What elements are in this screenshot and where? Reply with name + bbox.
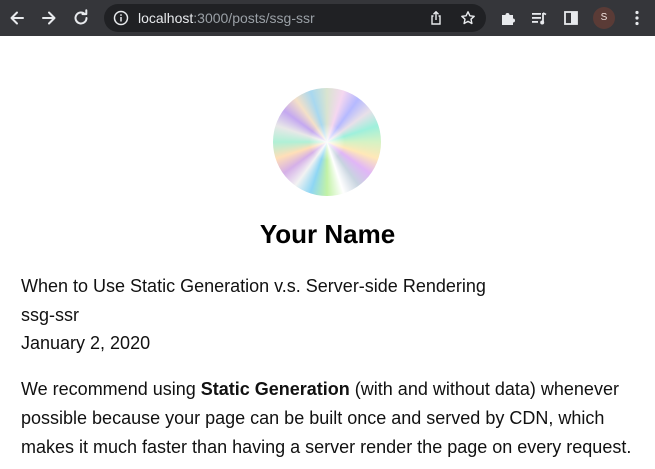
share-icon[interactable]	[426, 8, 446, 28]
site-author-name: Your Name	[259, 219, 396, 249]
post-id: ssg-ssr	[21, 305, 79, 325]
post-title: When to Use Static Generation v.s. Serve…	[21, 276, 486, 296]
bookmark-star-icon[interactable]	[458, 8, 478, 28]
more-options-icon[interactable]	[625, 6, 649, 30]
info-icon[interactable]	[113, 10, 129, 31]
post-date: January 2, 2020	[21, 333, 151, 353]
side-panel-icon[interactable]	[559, 6, 583, 30]
back-arrow-icon[interactable]	[5, 6, 29, 30]
forward-arrow-icon[interactable]	[37, 6, 61, 30]
extensions-icon[interactable]	[496, 6, 520, 30]
url-path: :3000/posts/ssg-ssr	[193, 10, 315, 26]
reload-icon[interactable]	[69, 6, 93, 30]
profile-avatar[interactable]: S	[593, 7, 615, 29]
url-host: localhost	[138, 10, 194, 26]
reading-list-icon[interactable]	[527, 6, 551, 30]
address-bar[interactable]: localhost:3000/posts/ssg-ssr	[104, 4, 486, 32]
page-content: Your Name When to Use Static Generation …	[0, 36, 655, 469]
profile-image	[273, 88, 381, 196]
browser-toolbar: localhost:3000/posts/ssg-ssr S	[0, 0, 655, 36]
post-body-text-start: We recommend using	[21, 379, 201, 399]
post-body-emphasis: Static Generation	[200, 379, 350, 399]
post-body-paragraph: We recommend using Static Generation (wi…	[21, 375, 641, 462]
url-text[interactable]: localhost:3000/posts/ssg-ssr	[138, 10, 315, 26]
